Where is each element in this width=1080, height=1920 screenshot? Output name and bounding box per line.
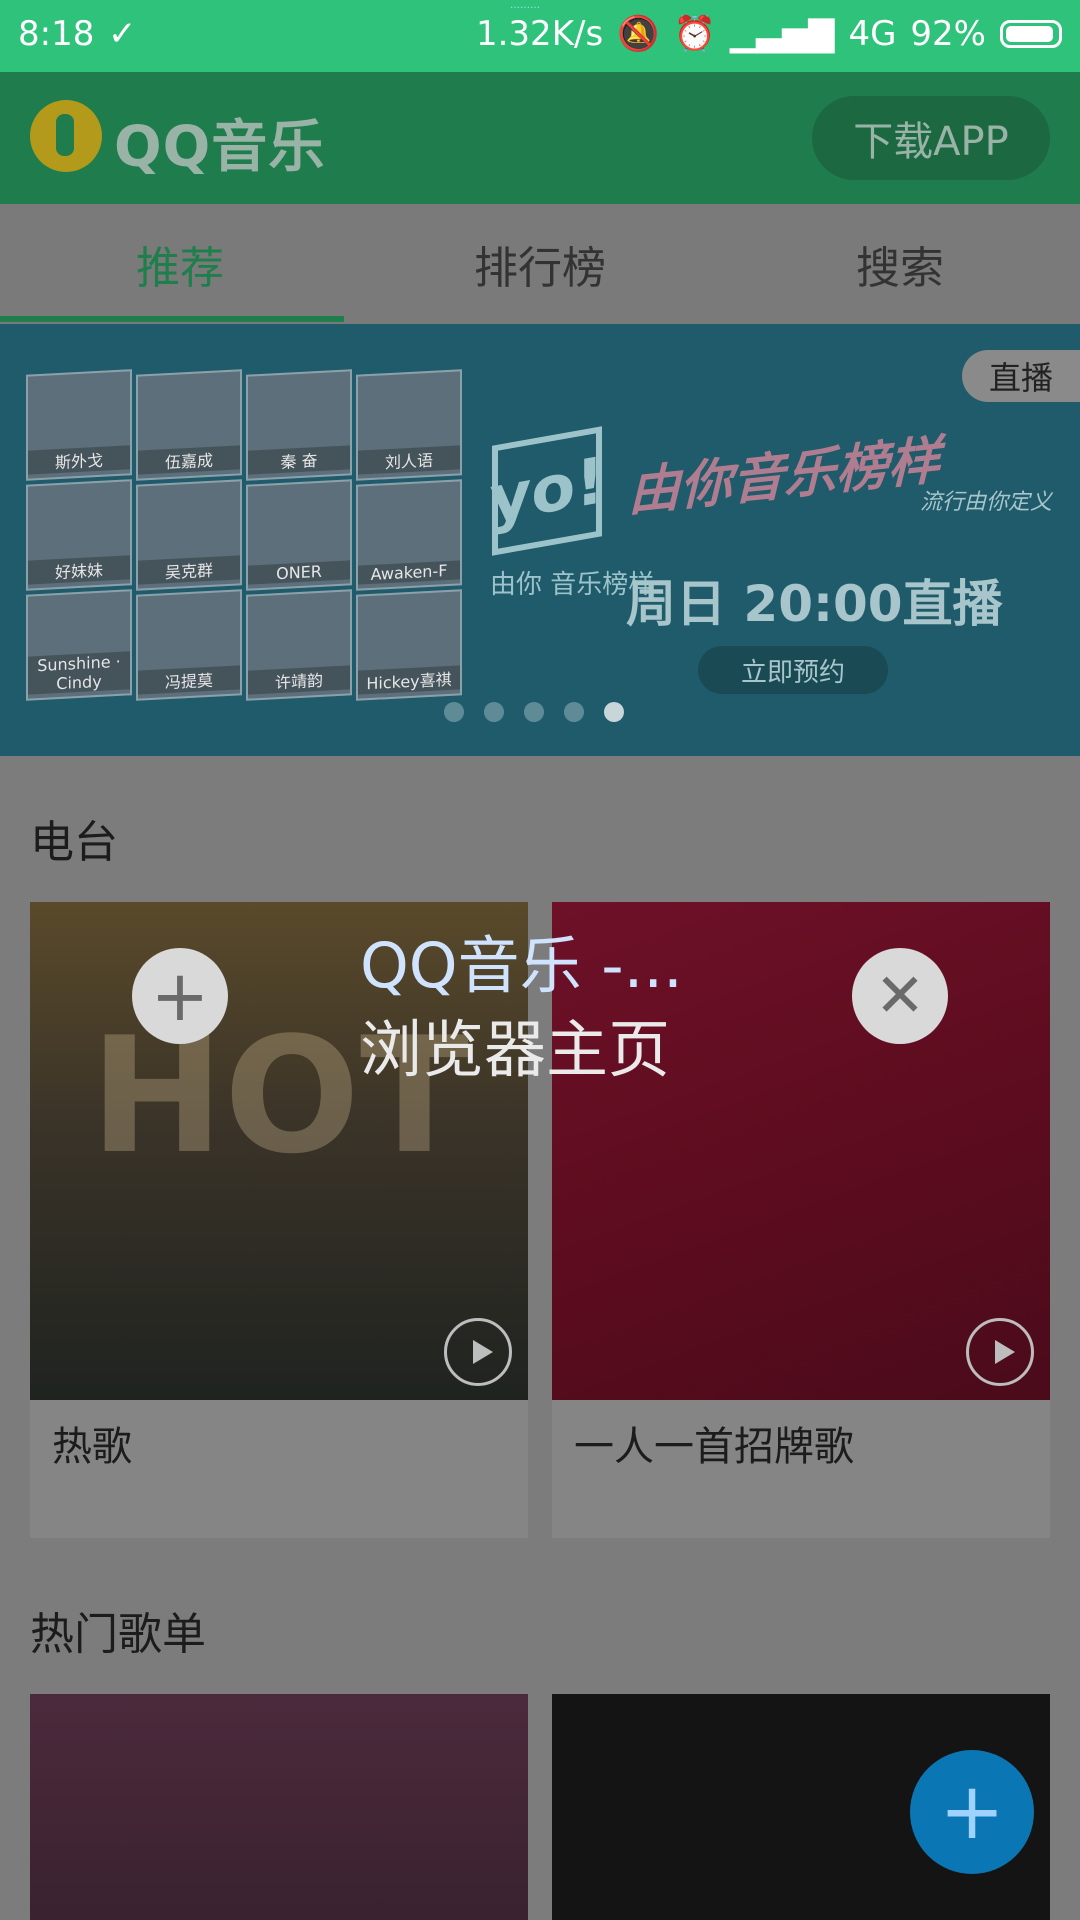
promo-banner[interactable]: 直播 斯外戈 伍嘉成 秦 奋 刘人语 好妹妹 吴克群 ONER Awaken-F… bbox=[0, 324, 1080, 756]
mute-icon: 🔕 bbox=[617, 14, 660, 54]
artist-tile: 刘人语 bbox=[356, 369, 462, 481]
status-bar: 8:18 ✓ ……… 1.32K/s 🔕 ⏰ ▁▃▅▇ 4G 92% bbox=[0, 0, 1080, 72]
artist-grid: 斯外戈 伍嘉成 秦 奋 刘人语 好妹妹 吴克群 ONER Awaken-F Su… bbox=[26, 369, 464, 704]
app-header: QQ音乐 下载APP bbox=[0, 72, 1080, 204]
artist-tile: 好妹妹 bbox=[26, 479, 132, 591]
plus-icon: + bbox=[939, 1767, 1005, 1857]
artist-tile: ONER bbox=[246, 479, 352, 591]
close-window-button[interactable]: ✕ bbox=[852, 948, 948, 1044]
playlist-card[interactable] bbox=[30, 1694, 528, 1920]
add-window-button[interactable]: + bbox=[132, 948, 228, 1044]
network-type: 4G bbox=[848, 14, 897, 54]
section-title-playlists: 热门歌单 bbox=[30, 1609, 206, 1660]
network-speed: 1.32K/s bbox=[475, 14, 604, 54]
playlist-cover bbox=[30, 1694, 528, 1920]
battery-percent: 92% bbox=[910, 14, 986, 54]
alarm-icon: ⏰ bbox=[673, 14, 716, 54]
carousel-dot[interactable] bbox=[444, 702, 464, 722]
section-title-radio: 电台 bbox=[30, 817, 118, 868]
tab-bar: 推荐 排行榜 搜索 bbox=[0, 204, 1080, 324]
window-title-line1: QQ音乐 -... bbox=[360, 929, 683, 1002]
status-tiny-text: ……… bbox=[510, 0, 540, 11]
artist-tile: 吴克群 bbox=[136, 479, 242, 591]
floating-add-button[interactable]: + bbox=[910, 1750, 1034, 1874]
reserve-button[interactable]: 立即预约 bbox=[698, 646, 888, 694]
artist-tile: 秦 奋 bbox=[246, 369, 352, 481]
play-icon[interactable] bbox=[444, 1318, 512, 1386]
carousel-dot[interactable] bbox=[484, 702, 504, 722]
carousel-dot[interactable] bbox=[524, 702, 544, 722]
artist-tile: Sunshine · Cindy bbox=[26, 589, 132, 701]
artist-tile: 冯提莫 bbox=[136, 589, 242, 701]
artist-tile: 许靖韵 bbox=[246, 589, 352, 701]
artist-tile: Awaken-F bbox=[356, 479, 462, 591]
radio-card-label: 热歌 bbox=[52, 1424, 132, 1470]
carousel-dot-active[interactable] bbox=[604, 702, 624, 722]
signal-icon: ▁▃▅▇ bbox=[729, 14, 835, 54]
qqmusic-logo-icon bbox=[30, 100, 102, 172]
yo-bang-logo: yo! bbox=[490, 426, 604, 556]
tab-charts[interactable]: 排行榜 bbox=[360, 204, 720, 324]
artist-tile: Hickey喜祺 bbox=[356, 589, 462, 701]
app-name: QQ音乐 bbox=[114, 115, 326, 180]
banner-title: 由你音乐榜样 bbox=[628, 430, 941, 524]
carousel-dot[interactable] bbox=[564, 702, 584, 722]
window-title-line2: 浏览器主页 bbox=[360, 1013, 671, 1086]
tab-search[interactable]: 搜索 bbox=[720, 204, 1080, 324]
status-time: 8:18 bbox=[18, 14, 95, 54]
live-badge: 直播 bbox=[962, 350, 1080, 402]
download-app-button[interactable]: 下载APP bbox=[812, 96, 1050, 180]
play-icon[interactable] bbox=[966, 1318, 1034, 1386]
battery-icon bbox=[1000, 20, 1062, 48]
tab-recommend[interactable]: 推荐 bbox=[0, 204, 360, 324]
window-title: QQ音乐 -... 浏览器主页 bbox=[360, 924, 683, 1092]
status-right: 1.32K/s 🔕 ⏰ ▁▃▅▇ 4G 92% bbox=[476, 14, 1062, 54]
banner-slogan: 流行由你定义 bbox=[920, 490, 1053, 515]
artist-tile: 斯外戈 bbox=[26, 369, 132, 481]
check-icon: ✓ bbox=[108, 14, 137, 54]
close-icon: ✕ bbox=[874, 961, 926, 1031]
artist-tile: 伍嘉成 bbox=[136, 369, 242, 481]
banner-time: 周日 20:00直播 bbox=[626, 575, 1003, 633]
tab-active-indicator bbox=[0, 316, 344, 322]
carousel-indicator bbox=[444, 702, 624, 722]
plus-icon: + bbox=[150, 955, 210, 1037]
radio-card-label: 一人一首招牌歌 bbox=[574, 1424, 854, 1470]
